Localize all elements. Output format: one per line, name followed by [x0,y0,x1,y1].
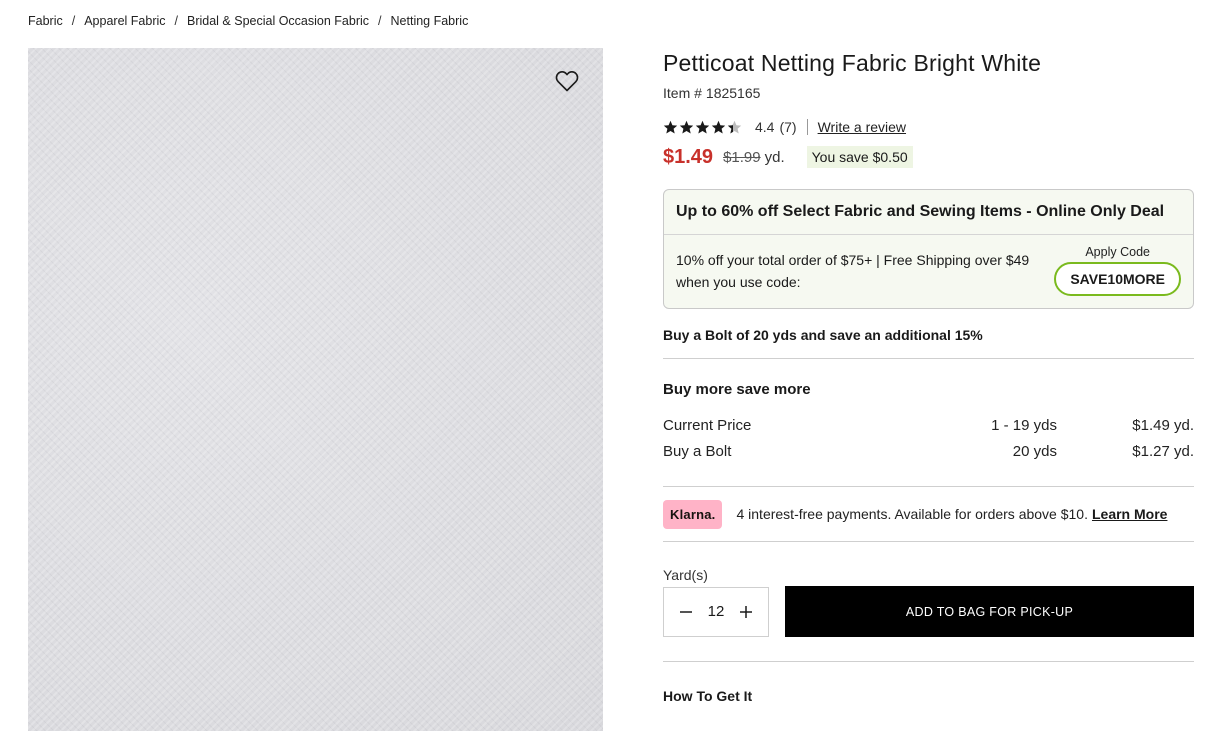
tier-pricing-title: Buy more save more [663,381,811,398]
quantity-label: Yard(s) [663,567,708,583]
item-number: Item #1825165 [663,85,1194,101]
tier-label: Current Price [663,416,752,434]
breadcrumb: Fabric / Apparel Fabric / Bridal & Speci… [28,14,468,28]
tier-price: $1.49 yd. [1132,416,1194,434]
rating-row: 4.4 (7) Write a review [663,119,1194,135]
tier-pricing-table: Current Price 1 - 19 yds $1.49 yd. Buy a… [663,412,1194,464]
promo-body: 10% off your total order of $75+ | Free … [664,235,1193,308]
breadcrumb-link-bridal-fabric[interactable]: Bridal & Special Occasion Fabric [187,14,369,28]
breadcrumb-separator: / [71,14,76,28]
price-row: $1.49 $1.99 yd. You save $0.50 [663,145,1194,169]
breadcrumb-separator: / [174,14,178,28]
star-rating[interactable] [663,120,743,135]
quantity-stepper: 12 [663,586,769,637]
minus-icon[interactable] [678,604,694,620]
star-icon [695,120,710,133]
divider [663,661,1194,662]
promo-box: Up to 60% off Select Fabric and Sewing I… [663,189,1194,309]
tier-row: Buy a Bolt 20 yds $1.27 yd. [663,438,1194,464]
tier-qty: 20 yds [1012,442,1057,460]
promo-text: 10% off your total order of $75+ | Free … [676,251,1030,290]
breadcrumb-link-fabric[interactable]: Fabric [28,14,63,28]
heart-icon [555,71,579,92]
tier-qty: 1 - 19 yds [991,416,1057,434]
tier-label: Buy a Bolt [663,442,732,460]
rating-divider [806,119,808,135]
tier-row: Current Price 1 - 19 yds $1.49 yd. [663,412,1194,438]
breadcrumb-link-netting-fabric[interactable]: Netting Fabric [391,14,469,28]
divider [663,541,1194,542]
divider [663,358,1194,359]
wishlist-button[interactable] [555,70,581,94]
star-icon [711,120,726,133]
write-review-link[interactable]: Write a review [818,119,906,135]
star-icon [663,120,678,133]
purchase-row: 12 ADD TO BAG FOR PICK-UP [663,586,1194,637]
price-unit: yd. [764,148,785,166]
original-price: $1.99 [723,148,761,166]
apply-code-label: Apply Code [1085,245,1150,259]
star-icon [679,120,694,133]
item-number-value: 1825165 [705,85,761,101]
you-save-badge: You save $0.50 [806,146,913,168]
product-image[interactable] [28,48,603,731]
quantity-value[interactable]: 12 [708,603,725,620]
tier-price: $1.27 yd. [1132,442,1194,460]
klarna-learn-more-link[interactable]: Learn More [1092,506,1167,522]
klarna-logo: Klarna. [663,499,723,529]
item-number-prefix: Item # [663,85,702,101]
how-to-get-it-heading[interactable]: How To Get It [663,688,1194,704]
breadcrumb-separator: / [378,14,382,28]
promo-headline: Up to 60% off Select Fabric and Sewing I… [664,190,1193,235]
product-info: Petticoat Netting Fabric Bright White It… [663,48,1194,704]
add-to-bag-button[interactable]: ADD TO BAG FOR PICK-UP [785,586,1194,637]
product-title: Petticoat Netting Fabric Bright White [663,50,1042,76]
klarna-row: Klarna. 4 interest-free payments. Availa… [663,487,1194,541]
star-icon [727,120,742,133]
review-count[interactable]: (7) [779,119,796,135]
rating-score: 4.4 [755,119,775,135]
klarna-text: 4 interest-free payments. Available for … [736,506,1088,522]
breadcrumb-link-apparel-fabric[interactable]: Apparel Fabric [84,14,165,28]
apply-code-group: Apply Code SAVE10MORE [1054,245,1181,296]
sale-price: $1.49 [663,145,714,168]
apply-code-button[interactable]: SAVE10MORE [1054,262,1181,296]
bolt-promo: Buy a Bolt of 20 yds and save an additio… [663,327,983,343]
plus-icon[interactable] [738,604,754,620]
